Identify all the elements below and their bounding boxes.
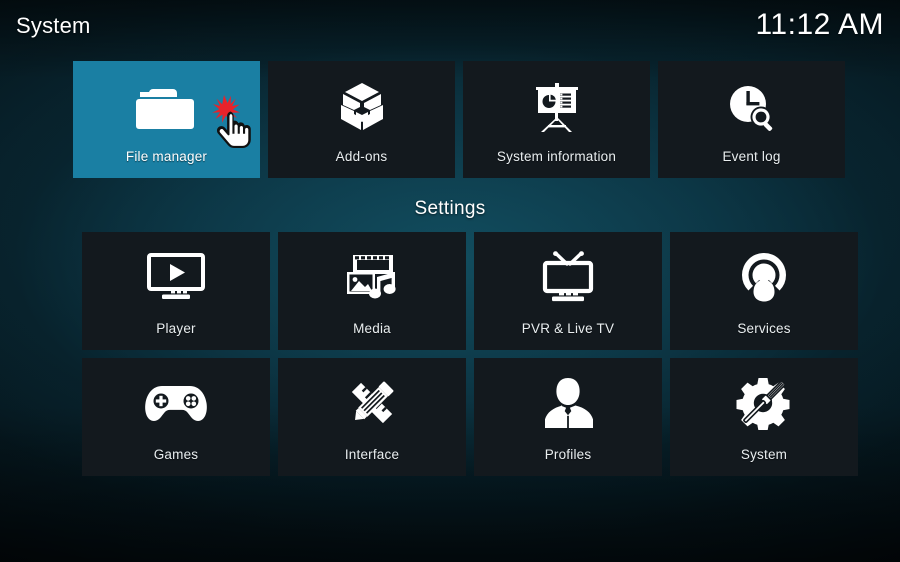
tile-profiles[interactable]: Profiles — [474, 358, 662, 476]
tile-media[interactable]: Media — [278, 232, 466, 350]
tile-event-log[interactable]: Event log — [658, 61, 845, 178]
gear-screwdriver-icon — [732, 374, 796, 432]
tile-system[interactable]: System — [670, 358, 858, 476]
person-bust-icon — [536, 374, 600, 432]
film-photo-music-icon — [340, 248, 404, 306]
folder-icon — [135, 78, 199, 138]
tile-file-manager[interactable]: File manager — [73, 61, 260, 178]
tile-label: Add-ons — [335, 149, 388, 164]
tile-label: Event log — [722, 149, 781, 164]
clock-magnifier-icon — [720, 78, 784, 138]
tile-label: File manager — [125, 149, 208, 164]
tile-row: Player Media PVR & Live TV Services — [82, 232, 858, 350]
tile-row: File manager Add-ons System information … — [73, 61, 845, 178]
tile-label: Games — [153, 447, 199, 462]
tile-add-ons[interactable]: Add-ons — [268, 61, 455, 178]
system-tile-row: File manager Add-ons System information … — [73, 61, 845, 178]
tile-player[interactable]: Player — [82, 232, 270, 350]
tv-antenna-icon — [536, 248, 600, 306]
tile-row: Games Interface Profiles System — [82, 358, 858, 476]
tile-label: Player — [156, 321, 196, 336]
settings-tile-grid: Player Media PVR & Live TV Services Game… — [82, 232, 858, 476]
tile-label: System information — [496, 149, 617, 164]
tile-system-information[interactable]: System information — [463, 61, 650, 178]
pencil-ruler-icon — [340, 374, 404, 432]
presentation-board-icon — [525, 78, 589, 138]
tile-pvr-live-tv[interactable]: PVR & Live TV — [474, 232, 662, 350]
tile-label: Services — [737, 321, 791, 336]
kodi-system-screen: System 11:12 AM File manager Add-ons Sys… — [0, 0, 900, 562]
broadcast-person-icon — [732, 248, 796, 306]
monitor-play-icon — [144, 248, 208, 306]
tile-label: Profiles — [544, 447, 592, 462]
open-box-icon — [330, 78, 394, 138]
tile-label: System — [740, 447, 788, 462]
tile-services[interactable]: Services — [670, 232, 858, 350]
page-title: System — [16, 13, 91, 38]
tile-interface[interactable]: Interface — [278, 358, 466, 476]
settings-heading: Settings — [414, 198, 486, 219]
gamepad-icon — [144, 374, 208, 432]
tile-label: Interface — [344, 447, 400, 462]
tile-games[interactable]: Games — [82, 358, 270, 476]
tile-label: PVR & Live TV — [521, 321, 615, 336]
tile-label: Media — [353, 321, 391, 336]
top-bar: System 11:12 AM — [0, 0, 900, 58]
clock: 11:12 AM — [755, 8, 884, 41]
